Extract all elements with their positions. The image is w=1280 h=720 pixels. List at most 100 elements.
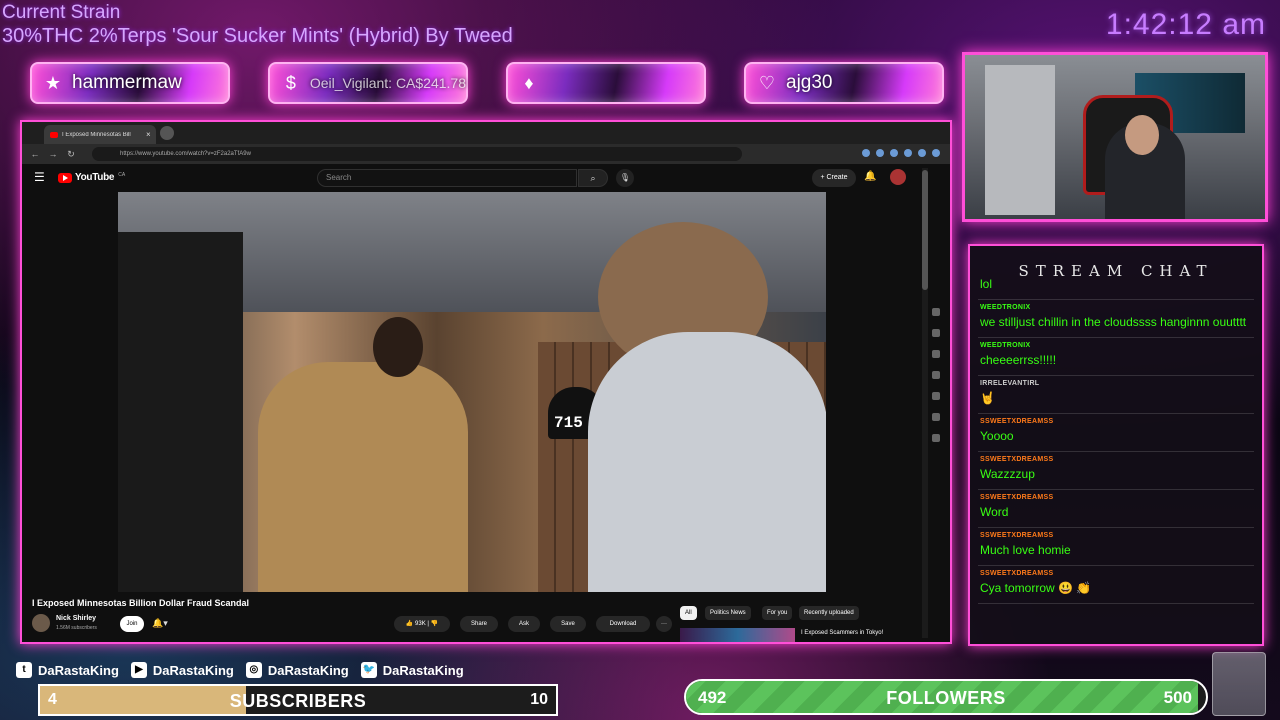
create-button[interactable]: + Create [812, 169, 856, 187]
search-input[interactable]: Search [317, 169, 577, 187]
chat-text: cheeeerrss!!!!! [980, 353, 1057, 367]
video-scene-door [118, 232, 243, 592]
voice-search-button[interactable]: 🎙 [616, 169, 634, 187]
follower-goal-target: 500 [1163, 688, 1192, 707]
alert-latest-cheer: ♦ [506, 62, 706, 104]
video-scene-person [258, 362, 468, 592]
channel-name[interactable]: Nick Shirley [56, 615, 96, 622]
join-button[interactable]: Join [120, 616, 144, 632]
twitter-icon: 🐦 [360, 662, 377, 678]
share-button[interactable]: Share [460, 616, 498, 632]
subscriber-goal-bar: 4 SUBSCRIBERS 10 [38, 684, 558, 716]
sidebar-edit-icon[interactable] [932, 371, 940, 379]
sidebar-settings-icon[interactable] [932, 434, 940, 442]
chat-username[interactable]: SSWEETXDREAMSS [980, 418, 1254, 425]
alert-text: ajg30 [786, 72, 833, 93]
alert-text: Oeil_Vigilant: CA$241.78 [309, 75, 466, 91]
social-handle: DaRastaKing [38, 662, 119, 678]
diamond-icon: ♦ [524, 73, 534, 93]
download-button[interactable]: Download [596, 616, 650, 632]
alert-latest-subscriber: ♡ ajg30 [744, 62, 944, 104]
video-title: I Exposed Minnesotas Billion Dollar Frau… [32, 598, 250, 608]
chat-username[interactable]: WEEDTRONIX [980, 342, 1254, 349]
ask-button[interactable]: Ask [508, 616, 540, 632]
microphone-icon: 🎙 [619, 173, 631, 182]
sidebar-extensions-icon[interactable] [932, 413, 940, 421]
subscriber-goal-label: SUBSCRIBERS [229, 691, 367, 711]
url-field[interactable]: https://www.youtube.com/watch?v=zF2a2aTf… [92, 147, 742, 161]
scrollbar-thumb[interactable] [922, 170, 928, 290]
chat-username[interactable]: SSWEETXDREAMSS [980, 570, 1254, 577]
video-scene-face [373, 317, 423, 377]
chat-username[interactable]: SSWEETXDREAMSS [980, 532, 1254, 539]
sidebar-tools-icon[interactable] [932, 350, 940, 358]
dollar-icon: $ [285, 73, 296, 93]
profile-icon[interactable] [932, 149, 940, 157]
social-handle: DaRastaKing [152, 662, 234, 678]
heart-icon: ♡ [758, 73, 776, 93]
sidebar-search-icon[interactable] [932, 308, 940, 316]
account-avatar[interactable] [890, 169, 906, 185]
video-player[interactable]: 715 [118, 192, 826, 592]
youtube-logo[interactable]: YouTube CA [58, 172, 125, 183]
sidebar-chat-icon[interactable] [932, 329, 940, 337]
browser-extensions [862, 149, 940, 157]
youtube-logo-text: YouTube [75, 172, 115, 183]
follower-goal-bar: 492 FOLLOWERS 500 [684, 679, 1208, 715]
follower-goal-label: FOLLOWERS [886, 688, 1006, 708]
youtube-header: ☰ YouTube CA Search ⌕ 🎙 + Create 🔔 [22, 164, 922, 192]
channel-subscriber-count: 1.56M subscribers [56, 625, 97, 631]
youtube-region: CA [118, 171, 126, 178]
forward-arrow-icon[interactable]: → [48, 149, 58, 159]
new-tab-button[interactable] [160, 126, 174, 140]
back-arrow-icon[interactable]: ← [30, 149, 40, 159]
chat-text: Much love homie [980, 543, 1071, 557]
like-count: 93K [415, 621, 426, 627]
address-bar-row: ← → ↻ https://www.youtube.com/watch?v=zF… [22, 144, 950, 164]
extension-icon[interactable] [890, 149, 898, 157]
chat-username[interactable]: SSWEETXDREAMSS [980, 494, 1254, 501]
chip-for-you[interactable]: For you [762, 606, 793, 620]
chip-all[interactable]: All [680, 606, 697, 620]
chat-username[interactable]: SSWEETXDREAMSS [980, 456, 1254, 463]
search-icon: ⌕ [590, 173, 596, 183]
chat-text: Word [980, 505, 1009, 519]
alert-latest-donation: $ Oeil_Vigilant: CA$241.78 [268, 62, 468, 104]
glass-cup [1212, 652, 1266, 716]
extension-icon[interactable] [862, 149, 870, 157]
mailbox-number: 715 [554, 414, 583, 432]
chat-message: IRRELEVANTIRL 🤘 [978, 376, 1254, 414]
youtube-icon: ▶ [130, 662, 147, 678]
chat-username[interactable]: IRRELEVANTIRL [980, 380, 1254, 387]
chip-politics-news[interactable]: Politics News [705, 606, 751, 620]
youtube-play-icon [58, 172, 72, 183]
tab-youtube[interactable]: I Exposed Minnesotas Bill × [44, 125, 156, 144]
like-button[interactable]: 👍 93K | 👎 [394, 616, 450, 632]
subscribe-bell-icon[interactable]: 🔔▾ [152, 618, 168, 629]
channel-avatar[interactable] [32, 614, 50, 632]
chip-recently-uploaded[interactable]: Recently uploaded [799, 606, 859, 620]
chat-message: SSWEETXDREAMSS Much love homie [978, 528, 1254, 566]
streamer-face [1125, 115, 1159, 155]
webcam-feed [962, 52, 1268, 222]
chat-text: Yoooo [980, 429, 1014, 443]
chat-username[interactable]: WEEDTRONIX [980, 304, 1254, 311]
video-scene-host-hoodie [588, 332, 826, 592]
hamburger-menu-icon[interactable]: ☰ [34, 170, 45, 184]
tab-bar: I Exposed Minnesotas Bill × [22, 122, 950, 144]
notifications-bell-icon[interactable]: 🔔 [864, 171, 876, 182]
extension-icon[interactable] [876, 149, 884, 157]
chat-message: SSWEETXDREAMSS Yoooo [978, 414, 1254, 452]
extension-icon[interactable] [904, 149, 912, 157]
save-button[interactable]: Save [550, 616, 586, 632]
alert-text: hammermaw [72, 72, 182, 93]
sidebar-games-icon[interactable] [932, 392, 940, 400]
chat-text: we stilljust chillin in the cloudssss ha… [980, 315, 1247, 329]
close-tab-icon[interactable]: × [146, 130, 151, 139]
more-actions-button[interactable]: ··· [656, 616, 672, 632]
extension-icon[interactable] [918, 149, 926, 157]
recommended-title[interactable]: I Exposed Scammers in Tokyo! [801, 630, 883, 636]
recommended-thumbnail[interactable] [680, 628, 795, 642]
reload-icon[interactable]: ↻ [66, 149, 76, 160]
search-button[interactable]: ⌕ [578, 169, 608, 187]
